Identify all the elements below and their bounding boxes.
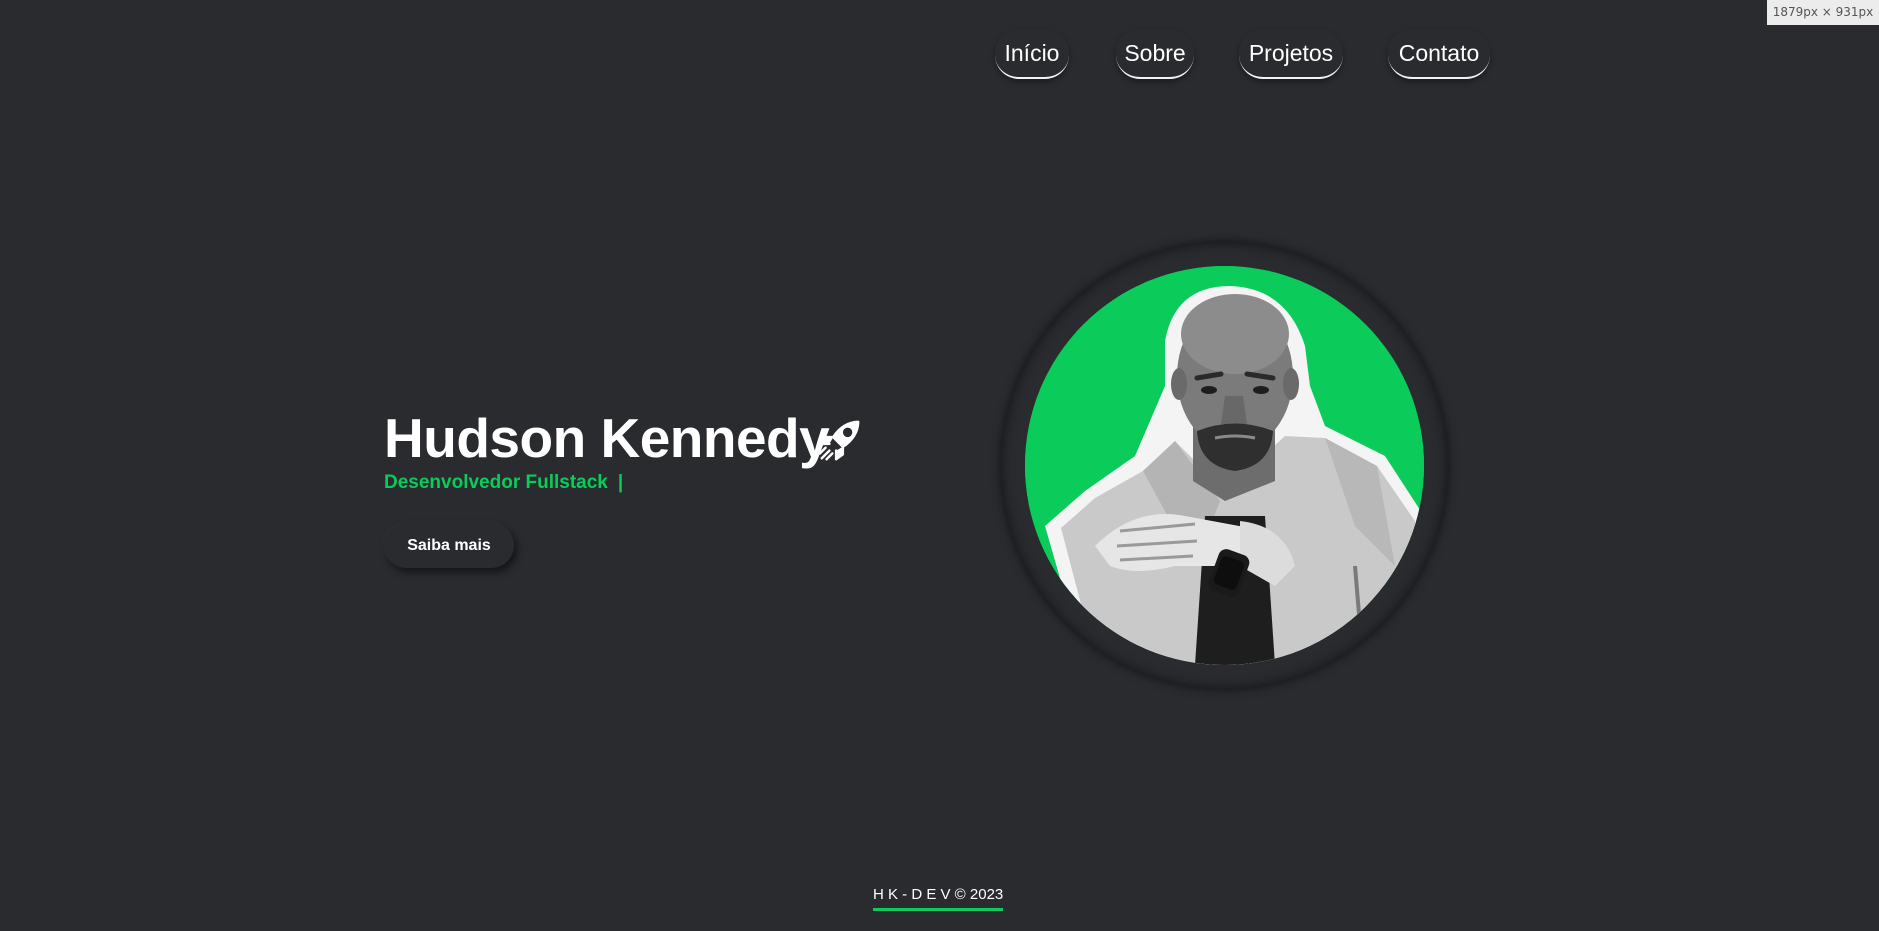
profile-photo [1025,266,1424,665]
hero-subtitle: Desenvolvedor Fullstack | [384,470,623,496]
nav-link-projetos[interactable]: Projetos [1239,29,1343,79]
saiba-mais-button[interactable]: Saiba mais [384,523,514,568]
hero-subtitle-text: Desenvolvedor Fullstack [384,472,608,493]
page: 1879px × 931px Início Sobre Projetos Con… [0,0,1879,931]
portrait-illustration [1025,266,1424,665]
rocket-icon [818,420,860,461]
nav-link-inicio[interactable]: Início [995,29,1069,79]
viewport-size-badge: 1879px × 931px [1767,0,1879,25]
main-nav: Início Sobre Projetos Contato [995,29,1495,81]
footer-copyright: H K - D E V © 2023 [873,884,1004,911]
typing-cursor: | [617,472,624,493]
nav-link-sobre[interactable]: Sobre [1116,29,1194,79]
nav-link-contato[interactable]: Contato [1388,29,1490,79]
portrait-frame [1001,242,1448,689]
hero-name: Hudson Kennedy [384,407,830,469]
